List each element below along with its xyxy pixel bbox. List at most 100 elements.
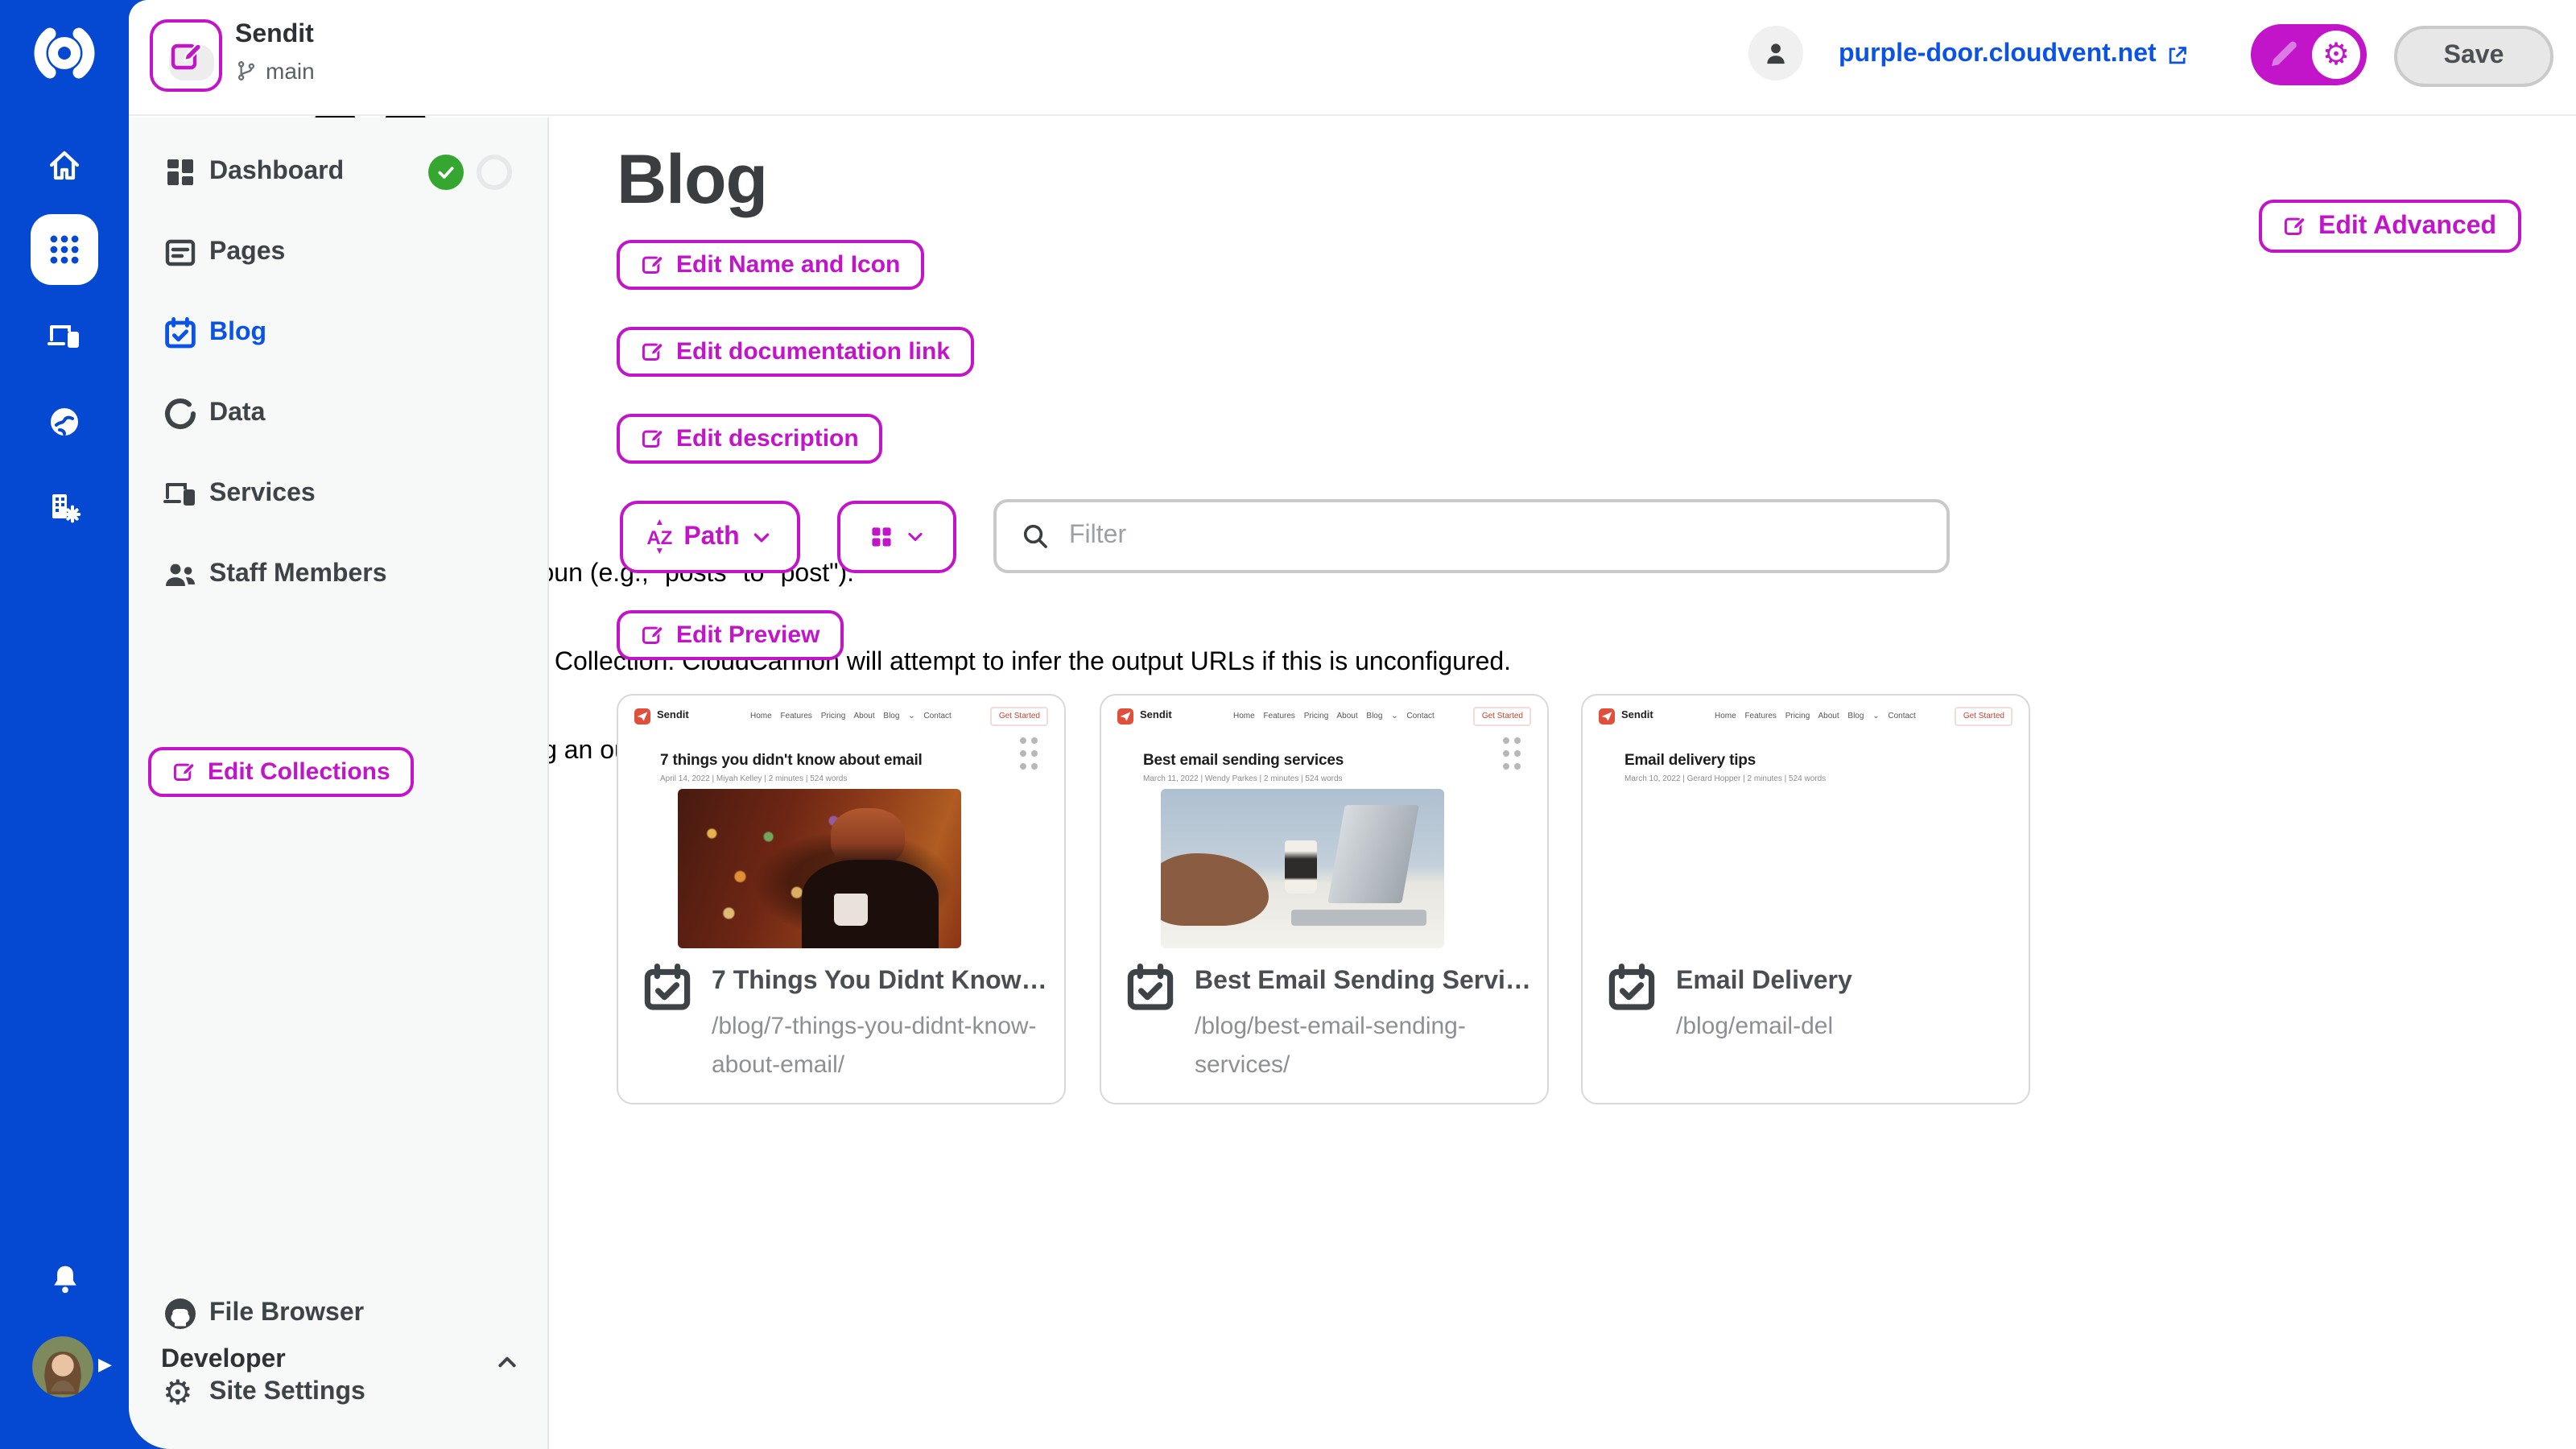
grid-view-icon <box>868 523 895 551</box>
gear-icon: ⚙ <box>2322 39 2350 70</box>
pencil-square-icon <box>2283 214 2307 238</box>
preview-cta: Get Started <box>991 707 1048 726</box>
editor-mode-toggle[interactable]: ⚙ <box>2251 24 2367 85</box>
branch-row[interactable]: main <box>235 58 315 84</box>
people-icon <box>163 557 198 592</box>
home-icon[interactable] <box>47 148 82 184</box>
edit-description-button[interactable]: Edit description <box>617 414 883 464</box>
sidebar-item-dashboard[interactable]: Dashboard <box>129 140 547 204</box>
edit-preview-button[interactable]: Edit Preview <box>617 610 844 660</box>
preview-meta: March 10, 2022 | Gerard Hopper | 2 minut… <box>1624 774 1826 784</box>
file-path: /blog/email-del <box>1676 1008 2009 1046</box>
sidebar-item-services[interactable]: Services <box>129 462 547 526</box>
sidebar-item-file-browser[interactable]: File Browser <box>129 1282 547 1346</box>
edit-site-icon-button[interactable] <box>150 19 222 92</box>
calendar-check-icon <box>1605 961 1658 1014</box>
calendar-check-icon <box>1124 961 1177 1014</box>
avatar-expand-chevron-icon[interactable]: ▶ <box>98 1354 112 1375</box>
chevron-down-icon <box>751 526 774 548</box>
dashboard-icon <box>163 155 198 190</box>
sort-by-path-button[interactable]: ▲AZ▼ Path <box>620 501 800 573</box>
preview-photo <box>1642 789 1926 948</box>
pencil-square-icon <box>172 760 196 784</box>
preview-cta: Get Started <box>1955 707 2013 726</box>
gear-mode-selected[interactable]: ⚙ <box>2312 31 2360 79</box>
sidebar-item-pages[interactable]: Pages <box>129 221 547 285</box>
branch-name: main <box>266 58 315 84</box>
edit-documentation-link-button[interactable]: Edit documentation link <box>617 327 974 377</box>
search-icon <box>1021 522 1050 551</box>
external-link-icon <box>2166 43 2190 67</box>
edit-collections-button[interactable]: Edit Collections <box>148 747 415 797</box>
preview-nav: Home Features Pricing About Blog ⌄ Conta… <box>1233 712 1435 721</box>
blog-file-card[interactable]: Sendit Home Features Pricing About Blog … <box>617 694 1066 1104</box>
sort-az-icon: ▲AZ▼ <box>646 518 672 556</box>
filter-input[interactable] <box>1069 522 1922 551</box>
domain-text: purple-door.cloudvent.net <box>1839 40 2157 69</box>
card-preview-header: Sendit Home Features Pricing About Blog … <box>1117 707 1531 729</box>
grid-9-icon <box>45 230 84 269</box>
sidebar-item-site-settings[interactable]: ⚙ Site Settings <box>129 1360 547 1425</box>
check-icon <box>436 163 456 182</box>
sendit-logo-icon <box>1117 708 1133 724</box>
preview-heading: Best email sending services <box>1143 752 1344 770</box>
collections-sidebar: Dashboard Pages Blog Data Services <box>129 118 549 1449</box>
pencil-square-icon <box>641 623 665 647</box>
notifications-bell-icon[interactable] <box>48 1262 82 1296</box>
button-label: Edit description <box>676 425 859 452</box>
blog-file-card[interactable]: Sendit Home Features Pricing About Blog … <box>1581 694 2030 1104</box>
save-button[interactable]: Save <box>2394 26 2553 87</box>
file-title: Email Delivery <box>1676 968 1852 997</box>
edit-name-icon-button[interactable]: Edit Name and Icon <box>617 240 924 290</box>
pencil-square-icon <box>641 253 665 277</box>
git-branch-icon <box>235 60 258 82</box>
button-label: Edit Advanced <box>2318 212 2496 241</box>
preview-heading: 7 things you didn't know about email <box>660 752 923 770</box>
build-status-success-toggle[interactable] <box>428 155 464 190</box>
calendar-check-icon <box>641 961 694 1014</box>
sidebar-item-data[interactable]: Data <box>129 382 547 446</box>
top-header: Sendit main purple-door.cloudvent.net ⚙ … <box>129 0 2576 116</box>
gear-icon: ⚙ <box>163 1376 193 1410</box>
edit-advanced-button[interactable]: Edit Advanced <box>2259 200 2520 253</box>
button-label: Edit Preview <box>676 621 819 649</box>
pages-icon <box>163 235 198 270</box>
organization-settings-icon[interactable] <box>47 489 82 525</box>
preview-heading: Email delivery tips <box>1624 752 1756 770</box>
sidebar-item-label: Blog <box>209 319 266 348</box>
collections-tab-selected[interactable] <box>31 214 98 285</box>
pencil-square-icon <box>168 38 204 73</box>
preview-photo <box>678 789 961 948</box>
file-title: Best Email Sending Servi… <box>1195 968 1531 997</box>
content-panel: Sendit main purple-door.cloudvent.net ⚙ … <box>129 0 2576 1449</box>
preview-brand: Sendit <box>657 710 689 721</box>
sidebar-item-label: Site Settings <box>209 1378 365 1407</box>
preview-photo <box>1161 789 1444 948</box>
sidebar-item-label: Pages <box>209 238 285 267</box>
devices-icon[interactable] <box>47 319 82 354</box>
drag-handle-icon[interactable] <box>1499 734 1525 773</box>
pencil-square-icon <box>641 427 665 451</box>
sidebar-item-staff-members[interactable]: Staff Members <box>129 543 547 607</box>
sendit-logo-icon <box>1599 708 1615 724</box>
card-preview-header: Sendit Home Features Pricing About Blog … <box>634 707 1048 729</box>
blog-file-card[interactable]: Sendit Home Features Pricing About Blog … <box>1100 694 1549 1104</box>
user-avatar[interactable] <box>32 1336 93 1397</box>
person-icon <box>1761 39 1790 68</box>
preview-brand: Sendit <box>1621 710 1653 721</box>
sendit-logo-icon <box>634 708 650 724</box>
cloudcannon-logo-icon <box>27 21 101 85</box>
file-title: 7 Things You Didnt Know… <box>712 968 1047 997</box>
button-label: Edit Name and Icon <box>676 251 900 279</box>
drag-handle-icon[interactable] <box>1016 734 1042 773</box>
app-root: ▶ Sendit main purple-door.cloudvent.net <box>0 0 2576 1449</box>
file-path: /blog/7-things-you-didnt-know-about-emai… <box>712 1008 1045 1085</box>
sidebar-item-label: Dashboard <box>209 158 344 187</box>
sidebar-item-blog[interactable]: Blog <box>129 301 547 365</box>
account-button[interactable] <box>1748 26 1803 80</box>
globe-icon[interactable] <box>47 404 82 440</box>
build-status-idle-toggle[interactable] <box>477 155 512 190</box>
sidebar-item-label: Staff Members <box>209 560 387 589</box>
view-mode-button[interactable] <box>837 501 956 573</box>
site-domain-link[interactable]: purple-door.cloudvent.net <box>1839 40 2190 69</box>
